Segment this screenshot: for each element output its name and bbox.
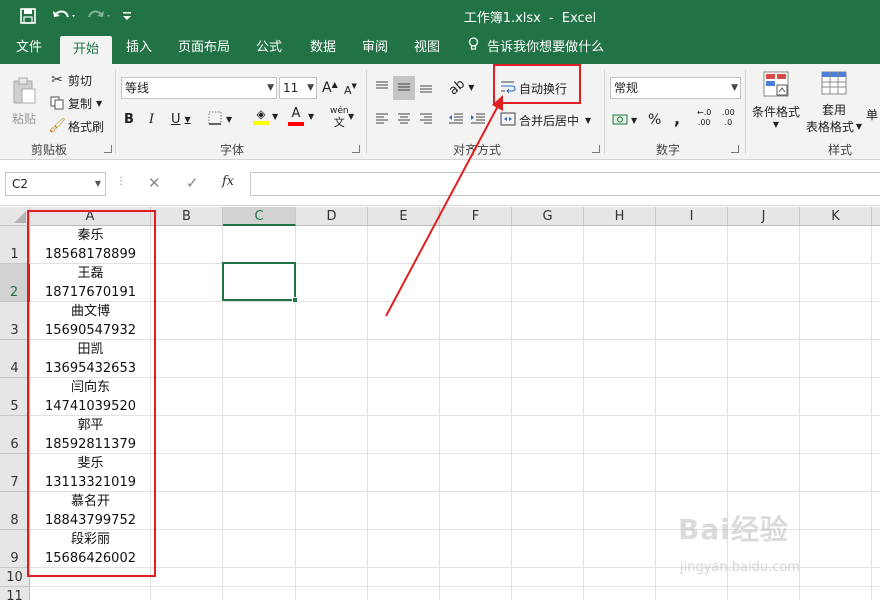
excel-window: 工作簿1.xlsx - Excel 文件 开始 插入 页面布局 公式 数据 审阅… <box>0 0 880 600</box>
baidu-watermark-url: jingyan.baidu.com <box>680 560 800 575</box>
baidu-watermark: Bai经验 <box>678 513 789 546</box>
